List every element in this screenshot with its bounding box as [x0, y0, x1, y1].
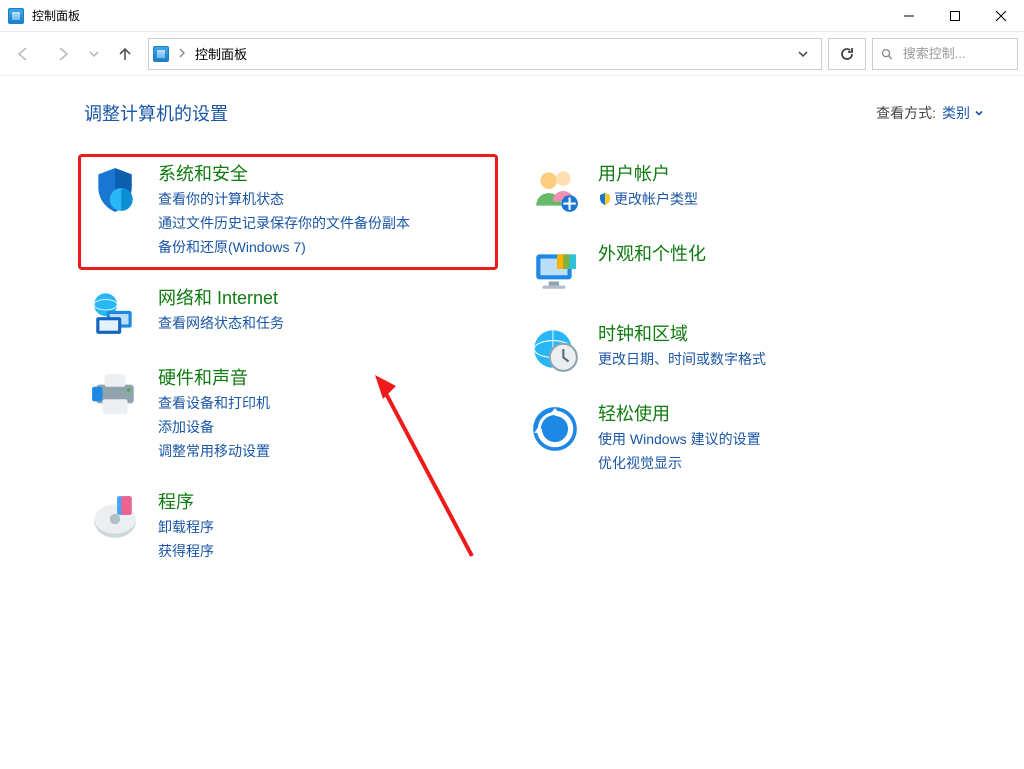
appearance-icon: [530, 244, 580, 294]
category-hardware[interactable]: 硬件和声音 查看设备和打印机 添加设备 调整常用移动设置: [84, 360, 504, 472]
control-panel-icon: [153, 46, 169, 62]
content: 调整计算机的设置 查看方式: 类别 系统和安: [0, 76, 1024, 769]
close-button[interactable]: [978, 0, 1024, 32]
link-devices-printers[interactable]: 查看设备和打印机: [158, 392, 270, 414]
network-icon: [90, 288, 140, 338]
category-clock-region[interactable]: 时钟和区域 更改日期、时间或数字格式: [524, 316, 944, 384]
right-column: 用户帐户 更改帐户类型: [524, 156, 944, 572]
viewby-value: 类别: [942, 103, 970, 123]
page-heading: 调整计算机的设置: [84, 100, 228, 126]
category-programs[interactable]: 程序 卸载程序 获得程序: [84, 484, 504, 572]
category-title[interactable]: 系统和安全: [158, 162, 410, 186]
categories: 系统和安全 查看你的计算机状态 通过文件历史记录保存你的文件备份副本 备份和还原…: [84, 156, 984, 572]
search-icon: [881, 47, 893, 61]
toolbar: 控制面板: [0, 32, 1024, 76]
category-title[interactable]: 程序: [158, 490, 214, 514]
link-network-status[interactable]: 查看网络状态和任务: [158, 312, 284, 334]
address-dropdown-button[interactable]: [789, 48, 817, 60]
users-icon: [530, 164, 580, 214]
control-panel-icon: [8, 8, 24, 24]
maximize-button[interactable]: [932, 0, 978, 32]
link-recommended-settings[interactable]: 使用 Windows 建议的设置: [598, 428, 761, 450]
back-button[interactable]: [6, 39, 40, 69]
breadcrumb[interactable]: 控制面板: [195, 44, 247, 63]
search-input[interactable]: [901, 45, 1009, 62]
link-change-account-type[interactable]: 更改帐户类型: [598, 188, 698, 210]
category-title[interactable]: 网络和 Internet: [158, 286, 284, 310]
printer-icon: [90, 368, 140, 418]
category-title[interactable]: 时钟和区域: [598, 322, 766, 346]
chevron-right-icon: [177, 46, 187, 61]
recent-locations-button[interactable]: [86, 39, 102, 69]
up-button[interactable]: [108, 39, 142, 69]
viewby-dropdown[interactable]: 类别: [942, 103, 984, 123]
category-network[interactable]: 网络和 Internet 查看网络状态和任务: [84, 280, 504, 348]
titlebar: 控制面板: [0, 0, 1024, 32]
category-appearance[interactable]: 外观和个性化: [524, 236, 944, 304]
link-date-time-format[interactable]: 更改日期、时间或数字格式: [598, 348, 766, 370]
ease-of-access-icon: [530, 404, 580, 454]
programs-icon: [90, 492, 140, 542]
category-title[interactable]: 外观和个性化: [598, 242, 706, 266]
link-backup-restore[interactable]: 备份和还原(Windows 7): [158, 236, 410, 258]
viewby-label: 查看方式:: [876, 103, 936, 123]
content-header: 调整计算机的设置 查看方式: 类别: [84, 100, 984, 126]
search-box[interactable]: [872, 38, 1018, 70]
category-user-accounts[interactable]: 用户帐户 更改帐户类型: [524, 156, 944, 224]
link-optimize-visual[interactable]: 优化视觉显示: [598, 452, 761, 474]
window-title: 控制面板: [32, 7, 80, 24]
link-uninstall[interactable]: 卸载程序: [158, 516, 214, 538]
link-get-programs[interactable]: 获得程序: [158, 540, 214, 562]
shield-admin-icon: [598, 192, 612, 206]
category-title[interactable]: 轻松使用: [598, 402, 761, 426]
address-bar[interactable]: 控制面板: [148, 38, 822, 70]
link-view-status[interactable]: 查看你的计算机状态: [158, 188, 410, 210]
category-title[interactable]: 用户帐户: [598, 162, 698, 186]
category-ease-of-access[interactable]: 轻松使用 使用 Windows 建议的设置 优化视觉显示: [524, 396, 944, 484]
forward-button[interactable]: [46, 39, 80, 69]
link-file-history[interactable]: 通过文件历史记录保存你的文件备份副本: [158, 212, 410, 234]
minimize-button[interactable]: [886, 0, 932, 32]
link-mobility[interactable]: 调整常用移动设置: [158, 440, 270, 462]
link-add-device[interactable]: 添加设备: [158, 416, 270, 438]
refresh-button[interactable]: [828, 38, 866, 70]
chevron-down-icon: [974, 108, 984, 118]
category-system-security[interactable]: 系统和安全 查看你的计算机状态 通过文件历史记录保存你的文件备份副本 备份和还原…: [84, 156, 504, 268]
clock-icon: [530, 324, 580, 374]
left-column: 系统和安全 查看你的计算机状态 通过文件历史记录保存你的文件备份副本 备份和还原…: [84, 156, 504, 572]
shield-icon: [90, 164, 140, 214]
category-title[interactable]: 硬件和声音: [158, 366, 270, 390]
